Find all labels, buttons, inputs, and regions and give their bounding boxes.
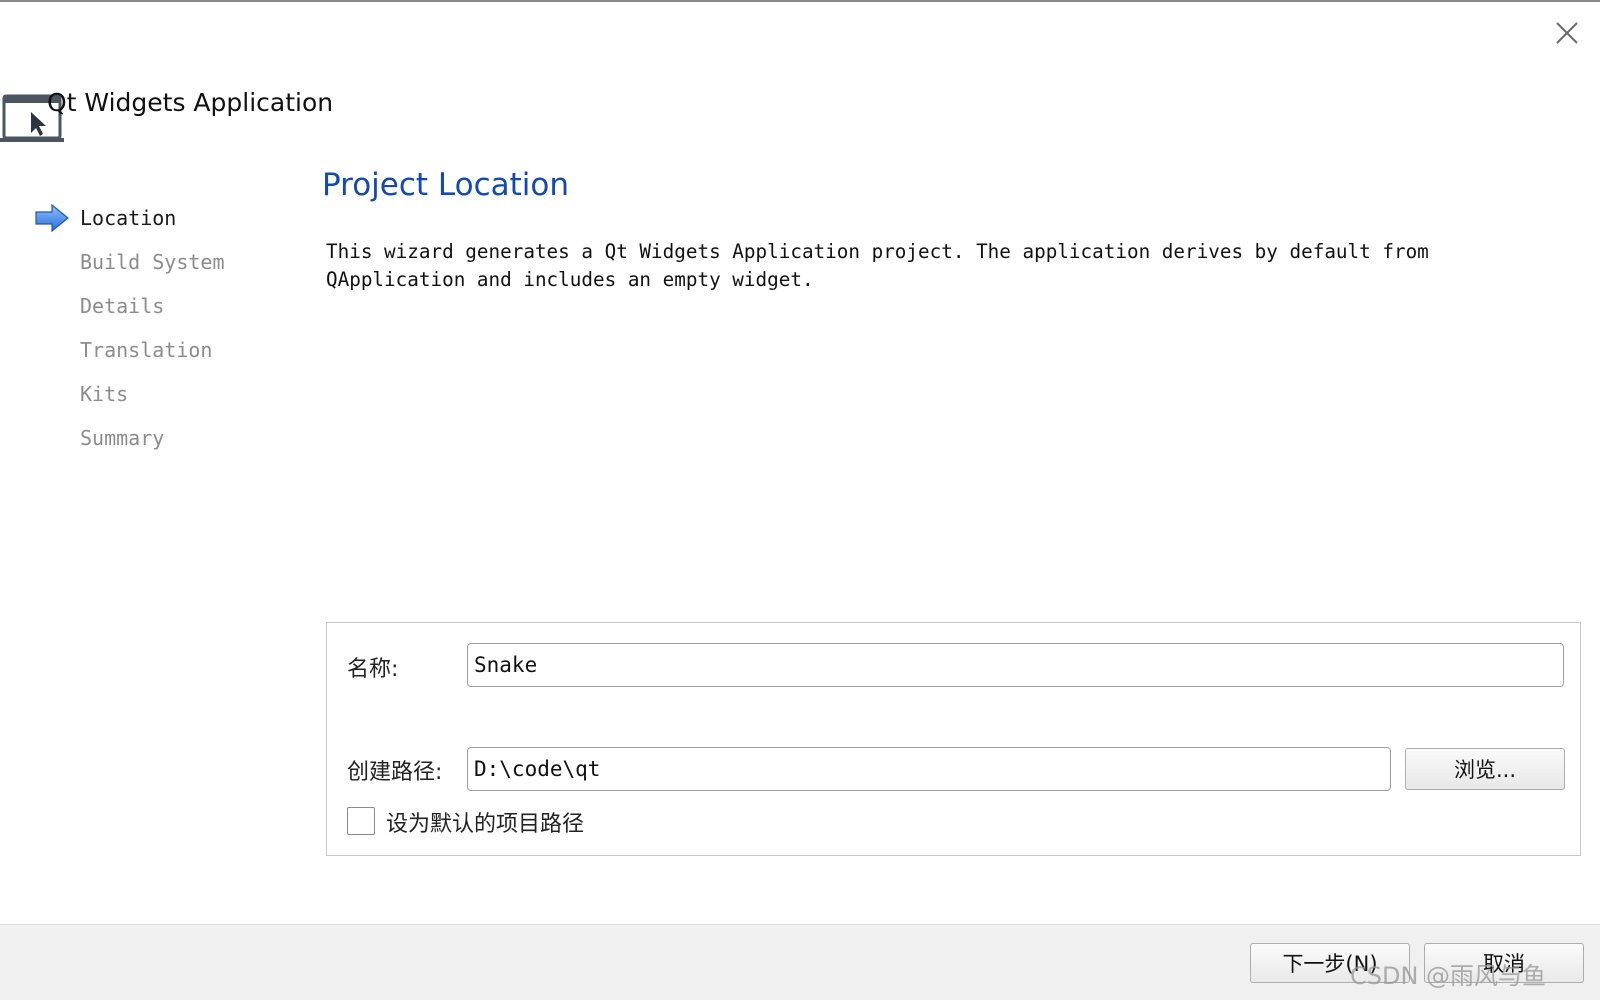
step-label: Translation <box>80 338 213 362</box>
project-name-input[interactable] <box>467 643 1564 687</box>
default-path-checkbox[interactable] <box>347 807 375 835</box>
default-path-label: 设为默认的项目路径 <box>386 812 585 837</box>
page-heading: Project Location <box>322 167 570 203</box>
create-path-input[interactable] <box>467 747 1391 791</box>
step-label: Details <box>80 294 165 318</box>
current-step-arrow-icon <box>35 203 69 233</box>
path-label: 创建路径: <box>347 760 443 785</box>
step-summary: Summary <box>0 416 300 460</box>
description-line: This wizard generates a Qt Widgets Appli… <box>326 240 1429 263</box>
project-location-form: 名称: 创建路径: 浏览... 设为默认的项目路径 <box>326 622 1581 856</box>
step-details: Details <box>0 284 300 328</box>
step-label: Build System <box>80 250 225 274</box>
wizard-steps-list: Location Build System Details Translatio… <box>0 196 300 460</box>
wizard-title: Qt Widgets Application <box>47 88 334 117</box>
step-label: Location <box>80 206 177 230</box>
window-top-border <box>0 0 1600 2</box>
close-icon <box>1556 22 1578 44</box>
step-label: Kits <box>80 382 129 406</box>
step-label: Summary <box>80 426 165 450</box>
close-button[interactable] <box>1548 14 1586 52</box>
browse-button[interactable]: 浏览... <box>1405 748 1565 790</box>
description-line: QApplication and includes an empty widge… <box>326 268 814 291</box>
step-translation: Translation <box>0 328 300 372</box>
name-label: 名称: <box>347 657 399 682</box>
watermark: CSDN @雨风与鱼 <box>1350 962 1547 990</box>
step-build-system: Build System <box>0 240 300 284</box>
page-description: This wizard generates a Qt Widgets Appli… <box>326 238 1586 294</box>
step-kits: Kits <box>0 372 300 416</box>
step-location: Location <box>0 196 300 240</box>
